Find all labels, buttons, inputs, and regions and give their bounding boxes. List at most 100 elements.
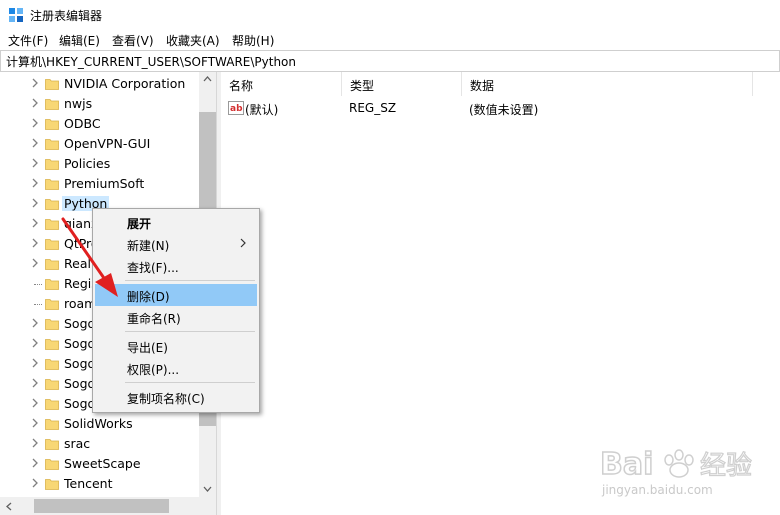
tree-horizontal-scrollbar[interactable] [0, 497, 216, 515]
title-bar: 注册表编辑器 [0, 0, 780, 30]
menu-edit[interactable]: 编辑(E) [59, 32, 100, 49]
menu-separator [125, 331, 255, 332]
chevron-right-icon[interactable] [30, 238, 40, 248]
menu-bar: 文件(F) 编辑(E) 查看(V) 收藏夹(A) 帮助(H) [0, 30, 780, 50]
value-row[interactable]: ab (默认) REG_SZ (数值未设置) [221, 98, 780, 118]
chevron-right-icon[interactable] [30, 438, 40, 448]
address-bar[interactable]: 计算机\HKEY_CURRENT_USER\SOFTWARE\Python [0, 50, 780, 72]
tree-item-label: ODBC [64, 116, 101, 131]
tree-item[interactable]: srac [0, 434, 200, 454]
column-header-name[interactable]: 名称 [221, 72, 342, 96]
scroll-up-icon[interactable] [203, 76, 212, 82]
chevron-right-icon[interactable] [30, 158, 40, 168]
tree-item-label: Sogo [64, 396, 96, 411]
folder-icon [45, 239, 59, 250]
tree-item-label: Sogo [64, 336, 96, 351]
menu-view[interactable]: 查看(V) [112, 32, 154, 49]
menu-separator [125, 382, 255, 383]
tree-item-label: SolidWorks [64, 416, 133, 431]
folder-icon [45, 79, 59, 90]
tree-item-label: PremiumSoft [64, 176, 145, 191]
scroll-down-icon[interactable] [203, 486, 212, 492]
folder-icon [45, 379, 59, 390]
chevron-right-icon[interactable] [30, 198, 40, 208]
svg-text:Bai: Bai [600, 447, 653, 482]
tree-item[interactable]: SweetScape [0, 454, 200, 474]
chevron-right-icon[interactable] [30, 178, 40, 188]
menu-item-rename[interactable]: 重命名(R) [95, 306, 257, 328]
column-header-data[interactable]: 数据 [462, 72, 753, 96]
folder-icon [45, 299, 59, 310]
svg-text:ab: ab [230, 104, 243, 114]
scrollbar-thumb[interactable] [34, 499, 169, 513]
tree-item[interactable]: PremiumSoft [0, 174, 200, 194]
menu-item-delete[interactable]: 删除(D) [95, 284, 257, 306]
svg-text:jingyan.baidu.com: jingyan.baidu.com [601, 483, 713, 497]
value-data: (数值未设置) [469, 103, 539, 117]
folder-icon [45, 359, 59, 370]
column-header-label: 名称 [229, 79, 254, 93]
window-title: 注册表编辑器 [30, 9, 103, 23]
folder-icon [45, 119, 59, 130]
column-header-type[interactable]: 类型 [342, 72, 462, 96]
tree-item[interactable]: nwjs [0, 94, 200, 114]
menu-item-label: 展开 [127, 217, 152, 231]
tree-item-label: SweetScape [64, 456, 141, 471]
chevron-right-icon[interactable] [30, 258, 40, 268]
tree-item[interactable]: OpenVPN-GUI [0, 134, 200, 154]
menu-item-label: 重命名(R) [127, 312, 181, 326]
menu-item-label: 权限(P)... [127, 363, 180, 377]
chevron-right-icon[interactable] [30, 378, 40, 388]
menu-file[interactable]: 文件(F) [8, 32, 48, 49]
svg-text:经验: 经验 [700, 451, 752, 481]
menu-item-find[interactable]: 查找(F)... [95, 255, 257, 277]
column-header-label: 数据 [470, 79, 495, 93]
menu-item-expand[interactable]: 展开 [95, 211, 257, 233]
chevron-right-icon[interactable] [30, 138, 40, 148]
menu-favorites[interactable]: 收藏夹(A) [166, 32, 220, 49]
chevron-right-icon[interactable] [30, 118, 40, 128]
menu-item-copy-key-name[interactable]: 复制项名称(C) [95, 386, 257, 408]
menu-item-export[interactable]: 导出(E) [95, 335, 257, 357]
chevron-right-icon[interactable] [30, 418, 40, 428]
menu-item-new[interactable]: 新建(N) [95, 233, 257, 255]
value-type: REG_SZ [349, 101, 397, 115]
context-menu: 展开 新建(N) 查找(F)... 删除(D) 重命名(R) 导出(E) 权限(… [92, 208, 260, 413]
tree-item[interactable]: Policies [0, 154, 200, 174]
scroll-left-icon[interactable] [6, 502, 12, 511]
tree-item-label: Sogo [64, 356, 96, 371]
menu-help[interactable]: 帮助(H) [232, 32, 274, 49]
value-name: (默认) [245, 103, 279, 117]
tree-item-label: NVIDIA Corporation [64, 76, 186, 91]
menu-separator [125, 280, 255, 281]
tree-connector [34, 304, 42, 305]
folder-icon [45, 179, 59, 190]
menu-item-label: 查找(F)... [127, 261, 179, 275]
tree-connector [34, 284, 42, 285]
chevron-right-icon[interactable] [30, 398, 40, 408]
chevron-right-icon[interactable] [30, 318, 40, 328]
chevron-right-icon[interactable] [30, 358, 40, 368]
regedit-icon [9, 8, 23, 22]
tree-item[interactable]: SolidWorks [0, 414, 200, 434]
folder-icon [45, 279, 59, 290]
chevron-right-icon[interactable] [30, 218, 40, 228]
menu-item-permissions[interactable]: 权限(P)... [95, 357, 257, 379]
string-value-icon: ab [228, 101, 244, 115]
menu-item-label: 删除(D) [127, 290, 170, 304]
folder-icon [45, 259, 59, 270]
chevron-right-icon[interactable] [30, 458, 40, 468]
tree-item[interactable]: NVIDIA Corporation [0, 74, 200, 94]
tree-item[interactable]: Tencent [0, 474, 200, 494]
folder-icon [45, 219, 59, 230]
chevron-right-icon[interactable] [30, 338, 40, 348]
chevron-right-icon[interactable] [30, 98, 40, 108]
chevron-right-icon[interactable] [30, 78, 40, 88]
folder-icon [45, 139, 59, 150]
tree-item-label: Tencent [64, 476, 113, 491]
column-header-label: 类型 [350, 79, 375, 93]
tree-item[interactable]: ODBC [0, 114, 200, 134]
submenu-arrow-icon [240, 238, 246, 248]
chevron-right-icon[interactable] [30, 478, 40, 488]
baidu-watermark: Bai 经验 jingyan.baidu.com [596, 440, 776, 500]
